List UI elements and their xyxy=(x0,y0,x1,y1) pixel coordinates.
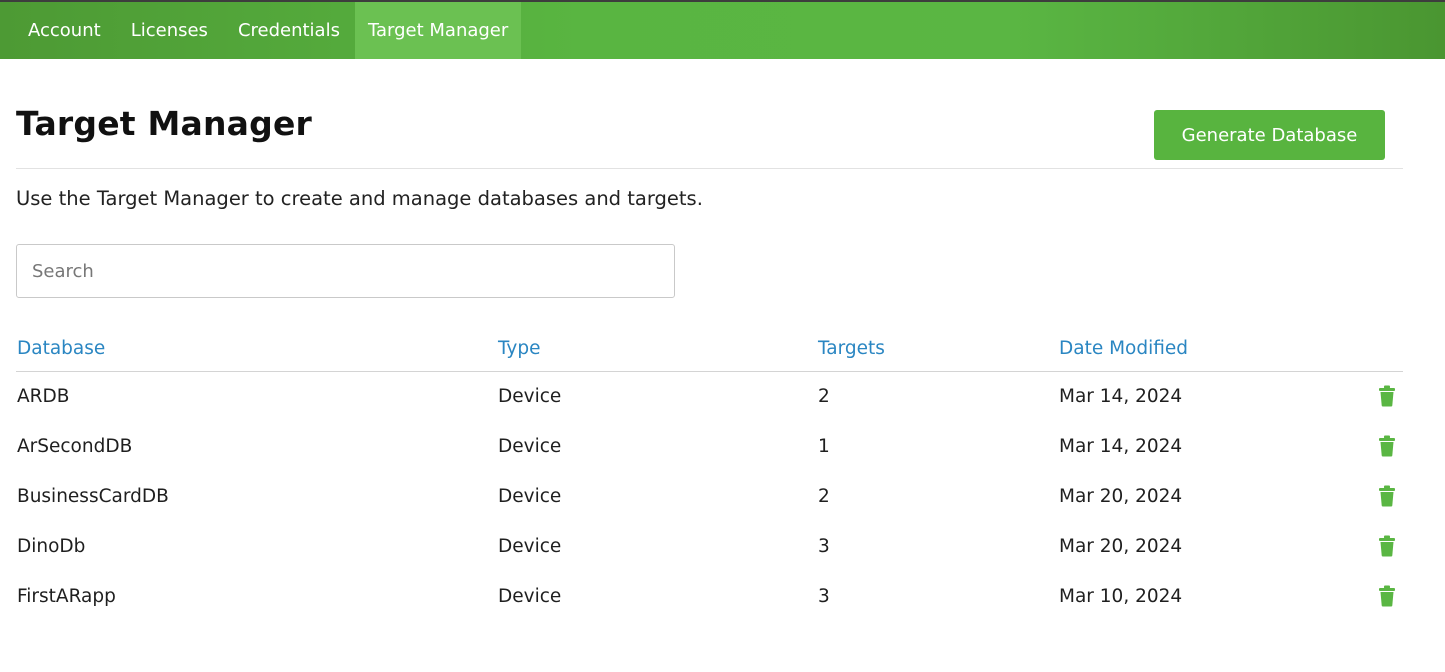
date-modified: Mar 20, 2024 xyxy=(1059,536,1183,557)
database-type: Device xyxy=(498,536,562,557)
trash-icon[interactable] xyxy=(1377,485,1397,507)
database-type: Device xyxy=(498,386,562,407)
table-row[interactable]: ARDB Device 2 Mar 14, 2024 xyxy=(16,372,1403,422)
nav-tab-account[interactable]: Account xyxy=(13,2,116,59)
nav-tab-licenses[interactable]: Licenses xyxy=(116,2,223,59)
trash-icon[interactable] xyxy=(1377,535,1397,557)
database-name[interactable]: ARDB xyxy=(17,386,69,407)
table-header: Database Type Targets Date Modified xyxy=(16,330,1403,372)
column-header-type[interactable]: Type xyxy=(498,338,541,359)
date-modified: Mar 14, 2024 xyxy=(1059,386,1183,407)
date-modified: Mar 14, 2024 xyxy=(1059,436,1183,457)
database-type: Device xyxy=(498,586,562,607)
trash-icon[interactable] xyxy=(1377,435,1397,457)
databases-table: Database Type Targets Date Modified ARDB… xyxy=(16,330,1403,622)
database-name[interactable]: DinoDb xyxy=(17,536,85,557)
database-name[interactable]: FirstARapp xyxy=(17,586,116,607)
table-row[interactable]: FirstARapp Device 3 Mar 10, 2024 xyxy=(16,572,1403,622)
nav-tab-credentials[interactable]: Credentials xyxy=(223,2,355,59)
date-modified: Mar 20, 2024 xyxy=(1059,486,1183,507)
table-row[interactable]: BusinessCardDB Device 2 Mar 20, 2024 xyxy=(16,472,1403,522)
column-header-targets[interactable]: Targets xyxy=(818,338,885,359)
target-count: 3 xyxy=(818,536,830,557)
date-modified: Mar 10, 2024 xyxy=(1059,586,1183,607)
database-type: Device xyxy=(498,486,562,507)
nav-tab-target-manager[interactable]: Target Manager xyxy=(354,2,522,59)
target-count: 2 xyxy=(818,386,830,407)
page-title: Target Manager xyxy=(16,104,313,143)
title-divider xyxy=(16,168,1403,169)
table-row[interactable]: DinoDb Device 3 Mar 20, 2024 xyxy=(16,522,1403,572)
column-header-database[interactable]: Database xyxy=(17,338,105,359)
target-count: 3 xyxy=(818,586,830,607)
database-type: Device xyxy=(498,436,562,457)
generate-database-button[interactable]: Generate Database xyxy=(1154,110,1385,160)
trash-icon[interactable] xyxy=(1377,385,1397,407)
table-row[interactable]: ArSecondDB Device 1 Mar 14, 2024 xyxy=(16,422,1403,472)
target-count: 1 xyxy=(818,436,830,457)
column-header-date-modified[interactable]: Date Modified xyxy=(1059,338,1188,359)
page-description: Use the Target Manager to create and man… xyxy=(16,187,703,210)
database-name[interactable]: ArSecondDB xyxy=(17,436,132,457)
database-name[interactable]: BusinessCardDB xyxy=(17,486,169,507)
target-count: 2 xyxy=(818,486,830,507)
top-nav-bar: Account Licenses Credentials Target Mana… xyxy=(0,0,1445,59)
trash-icon[interactable] xyxy=(1377,585,1397,607)
search-input[interactable] xyxy=(16,244,675,298)
